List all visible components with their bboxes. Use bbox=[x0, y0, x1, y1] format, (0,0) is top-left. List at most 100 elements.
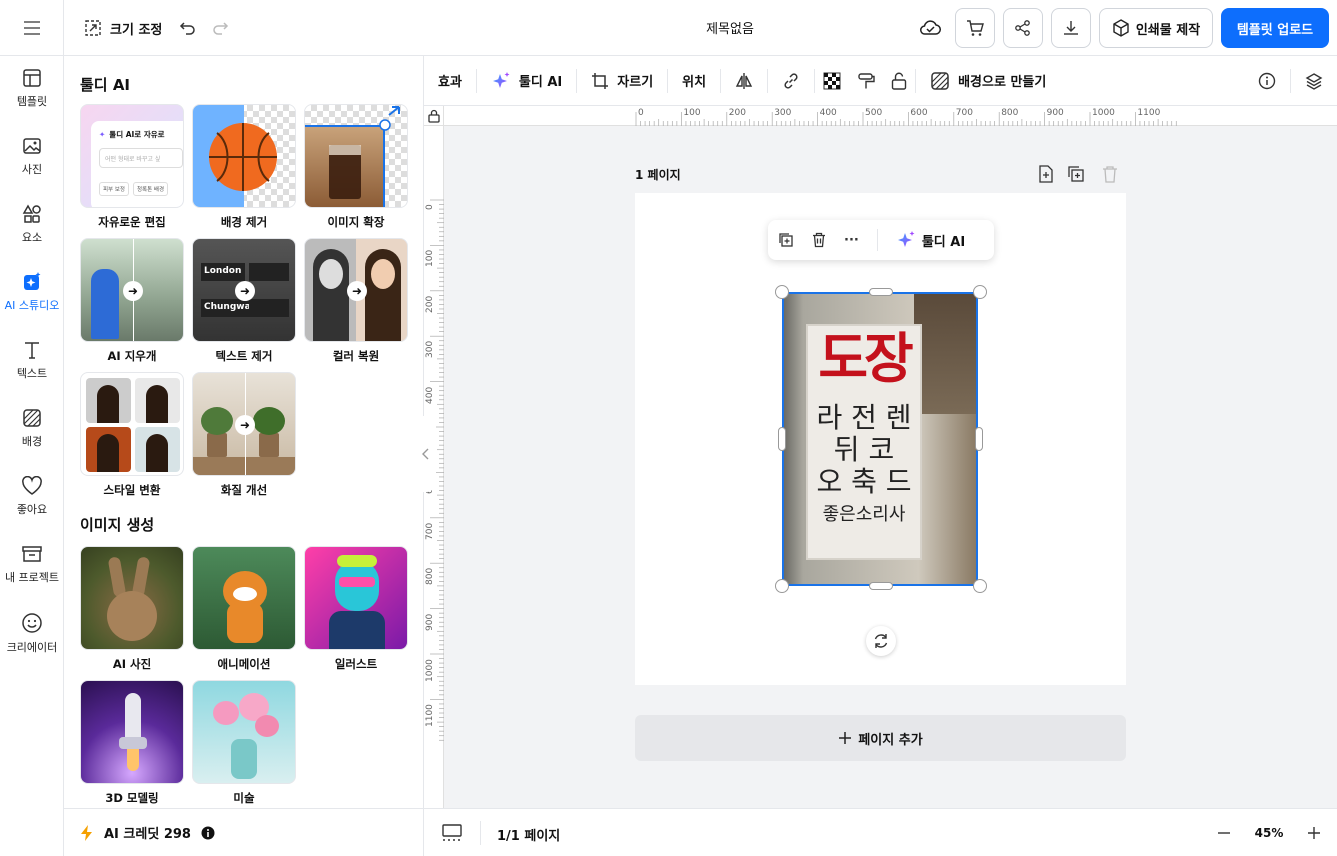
rotate-button[interactable] bbox=[866, 626, 896, 656]
layers-button[interactable] bbox=[1291, 56, 1337, 106]
template-upload-button[interactable]: 템플릿 업로드 bbox=[1221, 8, 1329, 48]
zoom-in-button[interactable] bbox=[1306, 825, 1322, 841]
share-button[interactable] bbox=[1003, 8, 1043, 48]
resize-handle-right[interactable] bbox=[975, 427, 983, 451]
gen-card-ai-photo[interactable]: AI 사진 bbox=[80, 546, 184, 672]
hamburger-menu-button[interactable] bbox=[0, 0, 64, 56]
add-page-button[interactable]: 페이지 추가 bbox=[635, 715, 1126, 761]
iced-coffee-image bbox=[329, 106, 400, 199]
gen-card-animation[interactable]: 애니메이션 bbox=[192, 546, 296, 672]
rail-label: 템플릿 bbox=[16, 95, 48, 108]
ruler-y-label: 0 bbox=[425, 204, 435, 210]
tool-card-ai-eraser[interactable]: ➜ AI 지우개 bbox=[80, 238, 184, 364]
ruler-x-label: 300 bbox=[774, 108, 792, 118]
redo-button[interactable] bbox=[210, 18, 230, 38]
rail-item-text[interactable]: 텍스트 bbox=[0, 340, 64, 381]
zoom-out-button[interactable] bbox=[1216, 825, 1232, 841]
delete-element-button[interactable] bbox=[812, 232, 826, 248]
resize-handle-top[interactable] bbox=[869, 288, 893, 296]
tool-card-free-edit[interactable]: ✦ 툴디 AI로 자유로 어떤 형태로 바꾸고 싶 피부 보정 청록톤 배경 자유… bbox=[80, 104, 184, 230]
resize-handle-bottom-left[interactable] bbox=[775, 579, 789, 593]
add-page-small-button[interactable] bbox=[1036, 164, 1056, 184]
rail-item-background[interactable]: 배경 bbox=[0, 408, 64, 449]
resize-handle-left[interactable] bbox=[778, 427, 786, 451]
rail-label: 사진 bbox=[21, 163, 43, 176]
zoom-level[interactable]: 45% bbox=[1248, 826, 1290, 840]
ruler-x-label: 1000 bbox=[1092, 108, 1115, 118]
ruler-lock-button[interactable] bbox=[424, 106, 444, 126]
gen-card-3d-modeling[interactable]: 3D 모델링 bbox=[80, 680, 184, 806]
float-toolidi-ai-button[interactable]: 툴디 AI bbox=[896, 230, 965, 250]
ai-eraser-thumbnail: ➜ bbox=[80, 238, 184, 342]
arrow-right-icon: ➜ bbox=[123, 281, 143, 301]
tool-label: 배경 제거 bbox=[220, 215, 268, 229]
rail-item-photo[interactable]: 사진 bbox=[0, 136, 64, 177]
box-icon bbox=[1113, 19, 1129, 37]
page-thumbnails-button[interactable] bbox=[440, 823, 464, 843]
effects-button[interactable]: 효과 bbox=[424, 56, 476, 106]
rail-label: 내 프로젝트 bbox=[4, 571, 60, 584]
tool-card-image-expand[interactable]: 이미지 확장 bbox=[304, 104, 408, 230]
transparency-button[interactable] bbox=[815, 56, 849, 106]
undo-button[interactable] bbox=[178, 18, 198, 38]
rail-item-creator[interactable]: 크리에이터 bbox=[0, 612, 64, 655]
tool-card-color-restore[interactable]: ➜ 컬러 복원 bbox=[304, 238, 408, 364]
lightning-icon bbox=[81, 824, 92, 841]
info-icon[interactable] bbox=[201, 826, 215, 840]
sign-title-text: 도장 bbox=[818, 327, 913, 390]
make-background-button[interactable]: 배경으로 만들기 bbox=[916, 56, 1060, 106]
info-button[interactable] bbox=[1244, 56, 1290, 106]
tool-card-style-transform[interactable]: 스타일 변환 bbox=[80, 372, 184, 498]
link-icon bbox=[784, 72, 798, 89]
duplicate-element-button[interactable] bbox=[778, 232, 794, 248]
info-icon bbox=[1258, 72, 1276, 89]
sign-line-3: 오 축 드 bbox=[816, 465, 912, 498]
resize-button[interactable]: 크기 조정 bbox=[84, 16, 162, 40]
expand-thumbnail bbox=[304, 104, 408, 208]
rail-item-template[interactable]: 템플릿 bbox=[0, 68, 64, 109]
lock-button[interactable] bbox=[883, 56, 915, 106]
link-button[interactable] bbox=[768, 56, 814, 106]
resize-handle-top-left[interactable] bbox=[775, 285, 789, 299]
rail-label: 텍스트 bbox=[16, 367, 48, 380]
thumb-title: 툴디 AI로 자유로 bbox=[109, 130, 165, 139]
tool-card-text-remove[interactable]: London Chungwa ➜ 텍스트 제거 bbox=[192, 238, 296, 364]
arrow-right-icon: ➜ bbox=[347, 281, 367, 301]
toolidi-ai-button[interactable]: 툴디 AI bbox=[477, 56, 576, 106]
top-bar: 크기 조정 제목없음 인쇄물 제작 템플릿 업로드 bbox=[0, 0, 1337, 56]
cart-button[interactable] bbox=[955, 8, 995, 48]
position-button[interactable]: 위치 bbox=[668, 56, 720, 106]
gen-card-illustration[interactable]: 일러스트 bbox=[304, 546, 408, 672]
resize-handle-bottom-right[interactable] bbox=[973, 579, 987, 593]
tool-card-quality-enhance[interactable]: ➜ 화질 개선 bbox=[192, 372, 296, 498]
gen-label: 미술 bbox=[233, 791, 255, 805]
document-title[interactable]: 제목없음 bbox=[600, 18, 860, 37]
flip-button[interactable] bbox=[721, 56, 767, 106]
resize-handle-top-right[interactable] bbox=[973, 285, 987, 299]
delete-page-button[interactable] bbox=[1100, 164, 1120, 184]
ruler-y-label: 300 bbox=[425, 341, 435, 359]
resize-handle-bottom[interactable] bbox=[869, 582, 893, 590]
paint-roller-button[interactable] bbox=[849, 56, 883, 106]
selected-sign-photo[interactable]: 도장 라 전 렌 뒤 코 오 축 드 좋은소리사 bbox=[782, 292, 978, 586]
rail-item-elements[interactable]: 요소 bbox=[0, 204, 64, 245]
crop-button[interactable]: 자르기 bbox=[577, 56, 667, 106]
gen-card-art[interactable]: 미술 bbox=[192, 680, 296, 806]
duplicate-page-button[interactable] bbox=[1066, 164, 1086, 184]
page-count: 1/1 페이지 bbox=[497, 829, 561, 844]
ruler-y-label: 100 bbox=[425, 250, 435, 268]
print-production-button[interactable]: 인쇄물 제작 bbox=[1099, 8, 1213, 48]
panel-collapse-button[interactable] bbox=[414, 416, 436, 492]
sign-line-1: 라 전 렌 bbox=[816, 401, 912, 434]
rail-item-likes[interactable]: 좋아요 bbox=[0, 476, 64, 517]
cloud-save-button[interactable] bbox=[918, 18, 942, 38]
rail-item-my-projects[interactable]: 내 프로젝트 bbox=[0, 544, 64, 585]
page-thumbnails-icon bbox=[442, 824, 462, 841]
tool-card-background-remove[interactable]: 배경 제거 bbox=[192, 104, 296, 230]
divider bbox=[480, 821, 481, 845]
download-button[interactable] bbox=[1051, 8, 1091, 48]
crop-label: 자르기 bbox=[617, 75, 654, 90]
make-background-label: 배경으로 만들기 bbox=[958, 75, 1047, 90]
rail-item-ai-studio[interactable]: AI 스튜디오 bbox=[0, 272, 64, 313]
more-options-button[interactable]: ··· bbox=[844, 233, 859, 248]
